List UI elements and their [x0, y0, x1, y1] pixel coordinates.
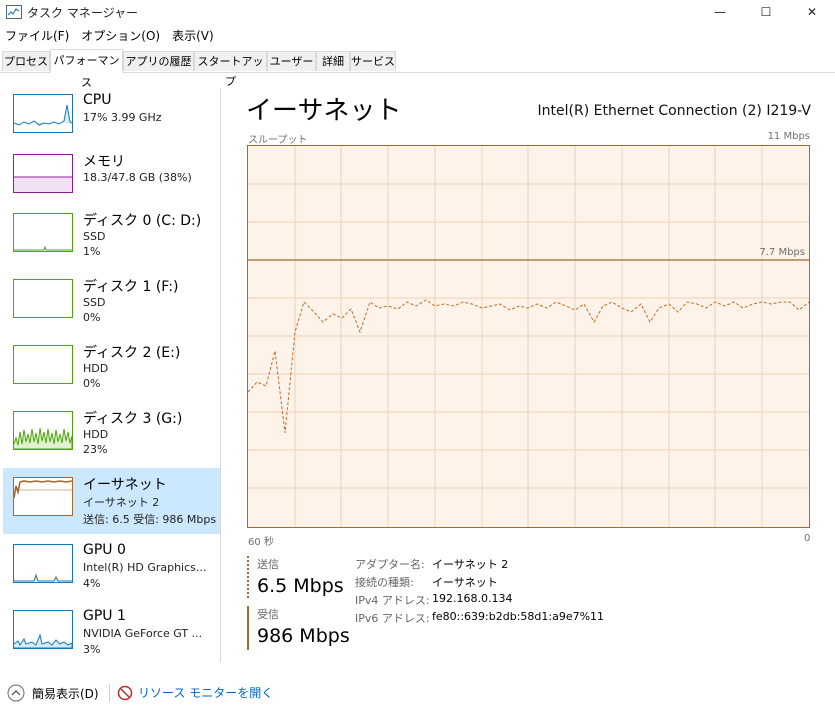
sidebar-item-title: ディスク 2 (E:)	[83, 345, 181, 361]
sidebar-item-title: ディスク 1 (F:)	[83, 279, 179, 295]
sidebar-item-usage: 4%	[83, 577, 101, 590]
x-right-label: 0	[804, 533, 811, 544]
property-key: IPv6 アドレス:	[355, 612, 430, 625]
sidebar-item-detail: イーサネット 2	[83, 496, 160, 509]
property-key: IPv4 アドレス:	[355, 594, 430, 607]
x-left-label: 60 秒	[248, 537, 274, 548]
sidebar-item-title: メモリ	[83, 154, 125, 170]
sidebar-item-usage: 0%	[83, 311, 101, 324]
sidebar-item-gpu-0[interactable]: GPU 0 Intel(R) HD Graphics... 4%	[3, 536, 220, 602]
sidebar-item-disk-0[interactable]: ディスク 0 (C: D:) SSD 1%	[3, 206, 220, 272]
memory-thumbnail-graph	[13, 154, 73, 193]
sidebar-item-detail: SSD	[83, 296, 106, 309]
tab-processes[interactable]: プロセス	[2, 51, 50, 71]
page-title: イーサネット	[246, 96, 402, 126]
title-bar: タスク マネージャー — ☐ ✕	[0, 0, 835, 24]
disk-2-thumbnail-graph	[13, 345, 73, 384]
tab-users[interactable]: ユーザー	[267, 51, 316, 71]
menu-bar: ファイル(F) オプション(O) 表示(V)	[0, 26, 220, 46]
sidebar-item-detail: 17% 3.99 GHz	[83, 111, 162, 124]
open-resource-monitor-link[interactable]: リソース モニターを開く	[117, 684, 273, 701]
tab-app-history[interactable]: アプリの履歴	[123, 51, 194, 71]
tab-bar: プロセス パフォーマンス アプリの履歴 スタートアップ ユーザー 詳細 サービス	[0, 49, 835, 89]
sidebar-item-usage: 3%	[83, 643, 101, 656]
tab-services[interactable]: サービス	[350, 51, 396, 71]
tab-performance[interactable]: パフォーマンス	[50, 49, 123, 89]
sidebar-item-usage: 0%	[83, 377, 101, 390]
resource-monitor-icon	[117, 685, 133, 700]
throughput-graph-svg	[248, 146, 809, 527]
menu-file[interactable]: ファイル(F)	[0, 26, 75, 46]
tab-startup[interactable]: スタートアップ	[194, 51, 267, 88]
sidebar-item-usage: 送信: 6.5 受信: 986 Mbps	[83, 513, 217, 526]
sidebar-item-ethernet[interactable]: イーサネット イーサネット 2 送信: 6.5 受信: 986 Mbps	[3, 468, 220, 534]
disk-0-thumbnail-graph	[13, 213, 73, 252]
sidebar-item-disk-1[interactable]: ディスク 1 (F:) SSD 0%	[3, 272, 220, 338]
receive-label: 受信	[257, 608, 279, 621]
sidebar-item-detail: NVIDIA GeForce GT ...	[83, 627, 203, 640]
tab-details[interactable]: 詳細	[316, 51, 350, 71]
footer-divider	[109, 684, 110, 702]
send-value: 6.5 Mbps	[257, 575, 344, 597]
fewer-details-button[interactable]: 簡易表示(D)	[7, 684, 99, 702]
disk-1-thumbnail-graph	[13, 279, 73, 318]
chevron-up-icon	[7, 684, 25, 702]
property-value: イーサネット 2	[432, 558, 509, 571]
sidebar-item-usage: 23%	[83, 443, 108, 456]
sidebar-item-disk-3[interactable]: ディスク 3 (G:) HDD 23%	[3, 404, 220, 470]
sidebar-item-usage: 1%	[83, 245, 101, 258]
adapter-name: Intel(R) Ethernet Connection (2) I219-V	[537, 103, 811, 119]
menu-options[interactable]: オプション(O)	[75, 26, 166, 46]
property-key: 接続の種類:	[355, 576, 414, 589]
fewer-details-label: 簡易表示(D)	[32, 686, 99, 701]
maximize-button[interactable]: ☐	[743, 0, 789, 24]
sidebar-item-detail: HDD	[83, 362, 109, 375]
sidebar-item-detail: HDD	[83, 428, 109, 441]
property-key: アダプター名:	[355, 558, 425, 571]
send-stat: 送信 6.5 Mbps	[247, 556, 344, 598]
send-label: 送信	[257, 558, 279, 571]
cpu-thumbnail-graph	[13, 94, 73, 133]
sidebar-item-title: CPU	[83, 92, 112, 108]
menu-view[interactable]: 表示(V)	[166, 26, 220, 46]
ethernet-thumbnail-graph	[13, 477, 73, 516]
minimize-button[interactable]: —	[697, 0, 743, 24]
sidebar-item-title: ディスク 0 (C: D:)	[83, 213, 202, 229]
resource-sidebar: CPU 17% 3.99 GHz メモリ 18.3/47.8 GB (38%) …	[0, 88, 221, 662]
sidebar-item-disk-2[interactable]: ディスク 2 (E:) HDD 0%	[3, 338, 220, 404]
receive-value: 986 Mbps	[257, 625, 350, 647]
property-value: fe80::639:b2db:58d1:a9e7%11	[432, 610, 605, 623]
sidebar-item-detail: Intel(R) HD Graphics...	[83, 561, 207, 574]
receive-stat: 受信 986 Mbps	[247, 606, 350, 650]
property-value: イーサネット	[432, 576, 498, 589]
throughput-label: スループット	[248, 135, 308, 146]
disk-3-thumbnail-graph	[13, 411, 73, 450]
sidebar-item-cpu[interactable]: CPU 17% 3.99 GHz	[3, 88, 220, 154]
sidebar-item-detail: 18.3/47.8 GB (38%)	[83, 171, 192, 184]
sidebar-item-title: GPU 1	[83, 608, 126, 624]
task-manager-icon	[6, 5, 22, 19]
gpu-0-thumbnail-graph	[13, 544, 73, 583]
sidebar-item-memory[interactable]: メモリ 18.3/47.8 GB (38%)	[3, 147, 220, 213]
y-max-label: 11 Mbps	[767, 131, 810, 142]
property-value: 192.168.0.134	[432, 592, 513, 605]
resource-monitor-label: リソース モニターを開く	[138, 686, 274, 700]
gpu-1-thumbnail-graph	[13, 610, 73, 649]
sidebar-item-title: GPU 0	[83, 542, 126, 558]
sidebar-item-gpu-1[interactable]: GPU 1 NVIDIA GeForce GT ... 3%	[3, 602, 220, 668]
close-button[interactable]: ✕	[789, 0, 835, 24]
sidebar-item-detail: SSD	[83, 230, 106, 243]
footer-bar: 簡易表示(D) リソース モニターを開く	[0, 680, 835, 704]
sidebar-item-title: ディスク 3 (G:)	[83, 411, 183, 427]
scale-line-label: 7.7 Mbps	[759, 247, 805, 258]
sidebar-item-title: イーサネット	[83, 477, 167, 493]
throughput-graph: 7.7 Mbps	[247, 145, 810, 528]
window-title: タスク マネージャー	[27, 6, 138, 20]
